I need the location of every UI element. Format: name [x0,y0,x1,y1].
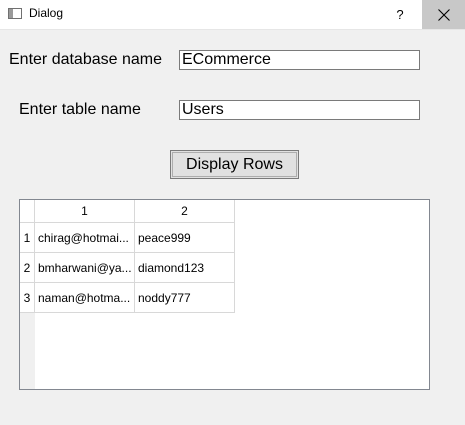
window-title: Dialog [29,6,64,20]
table-cell[interactable]: bmharwani@ya... [35,253,135,283]
close-icon [437,8,450,21]
table-cell[interactable]: peace999 [135,223,235,253]
table-cell[interactable]: naman@hotma... [35,283,135,313]
row-header[interactable]: 1 [20,223,35,253]
window-icon [8,8,22,19]
database-name-input[interactable]: ECommerce [179,50,420,70]
table-cell[interactable]: diamond123 [135,253,235,283]
display-rows-button[interactable]: Display Rows [170,150,299,179]
column-header[interactable]: 1 [35,200,135,223]
title-bar: Dialog ? [0,0,465,30]
row-header[interactable]: 3 [20,283,35,313]
table-cell[interactable]: noddy777 [135,283,235,313]
database-name-label: Enter database name [9,51,162,68]
table-name-label: Enter table name [19,101,141,118]
close-button[interactable] [422,0,465,29]
column-header[interactable]: 2 [135,200,235,223]
help-button[interactable]: ? [378,0,422,29]
table-corner[interactable] [20,200,35,223]
table-cell[interactable]: chirag@hotmai... [35,223,135,253]
row-header[interactable]: 2 [20,253,35,283]
rows-table[interactable]: 1 2 1 2 3 chirag@hotmai... peace999 bmha… [19,199,430,390]
table-name-input[interactable]: Users [179,100,420,120]
